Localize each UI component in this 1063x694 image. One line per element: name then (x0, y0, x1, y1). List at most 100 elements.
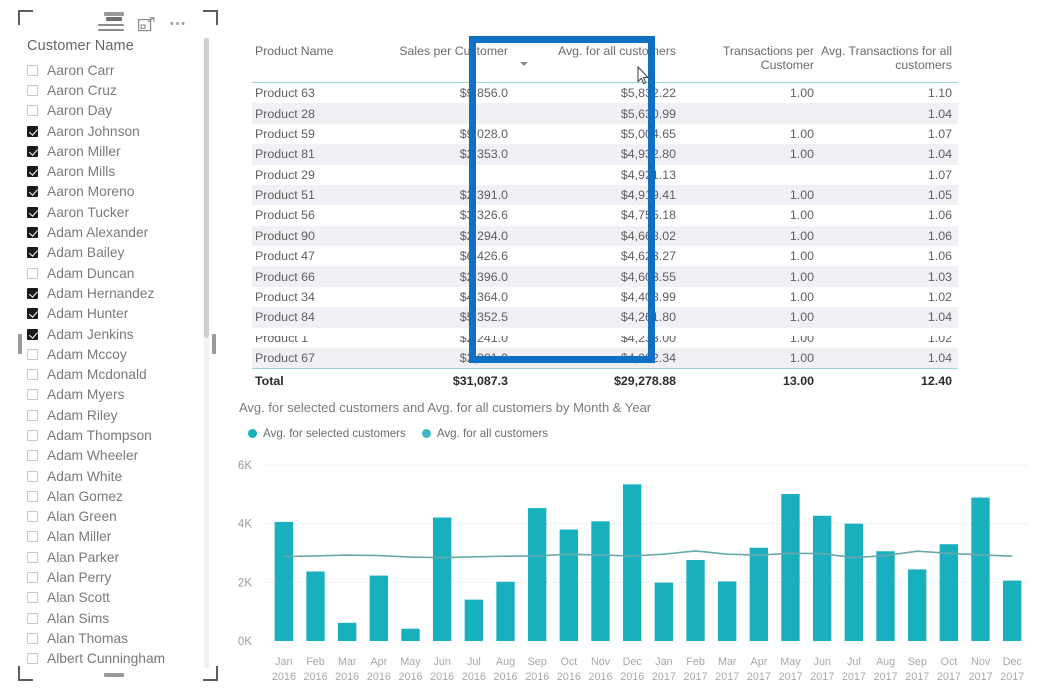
table-cell: Product 81 (252, 144, 362, 165)
customer-name-slicer[interactable]: ⋯ Customer Name Aaron Carr Aaron Cruz Aaro… (8, 4, 218, 681)
table-column-header[interactable]: Avg. for all customers (514, 40, 682, 83)
slicer-resize-handle-right[interactable] (212, 334, 216, 354)
slicer-item[interactable]: Adam Thompson (24, 425, 210, 445)
slicer-item[interactable]: Alan Gomez (24, 486, 210, 506)
checkbox-unchecked-icon[interactable] (27, 511, 38, 523)
checkbox-unchecked-icon[interactable] (27, 592, 38, 604)
slicer-item[interactable]: Alan Miller (24, 527, 210, 547)
table-row[interactable]: Product 90 $2,294.0 $4,668.02 1.00 1.06 (252, 225, 958, 246)
slicer-item[interactable]: Alan Green (24, 507, 210, 527)
table-row[interactable]: Product 28 $5,630.99 1.04 (252, 103, 958, 124)
hamburger-filter-icon[interactable] (98, 17, 124, 31)
checkbox-unchecked-icon[interactable] (27, 105, 38, 117)
checkbox-unchecked-icon[interactable] (27, 531, 38, 543)
table-cell: $5,630.99 (514, 103, 682, 124)
checkbox-checked-icon[interactable] (27, 206, 38, 218)
slicer-item[interactable]: Alan Perry (24, 567, 210, 587)
checkbox-unchecked-icon[interactable] (27, 84, 38, 96)
checkbox-unchecked-icon[interactable] (27, 490, 38, 502)
slicer-item[interactable]: Adam Mcdonald (24, 364, 210, 384)
table-row[interactable]: Product 56 $3,326.6 $4,755.18 1.00 1.06 (252, 205, 958, 225)
checkbox-unchecked-icon[interactable] (27, 572, 38, 584)
checkbox-checked-icon[interactable] (27, 287, 38, 299)
checkbox-unchecked-icon[interactable] (27, 632, 38, 644)
slicer-item[interactable]: Adam Duncan (24, 263, 210, 283)
focus-mode-icon[interactable] (138, 16, 155, 32)
table-column-header[interactable]: Sales per Customer (362, 40, 514, 83)
checkbox-unchecked-icon[interactable] (27, 348, 38, 360)
checkbox-checked-icon[interactable] (27, 166, 38, 178)
slicer-item[interactable]: Alan Sims (24, 608, 210, 628)
slicer-item[interactable]: Adam White (24, 466, 210, 486)
checkbox-checked-icon[interactable] (27, 186, 38, 198)
checkbox-unchecked-icon[interactable] (27, 653, 38, 665)
chart-x-tick-label: Jan 2017 (651, 656, 676, 683)
slicer-item[interactable]: Albert Cunningham (24, 649, 210, 669)
table-cell: Product 59 (255, 126, 315, 141)
table-row[interactable]: Product 66 $2,396.0 $4,603.55 1.00 1.03 (252, 266, 958, 287)
checkbox-checked-icon[interactable] (27, 247, 38, 259)
slicer-resize-handle-bottom[interactable] (104, 673, 124, 677)
more-options-ellipsis-icon[interactable]: ⋯ (169, 15, 188, 32)
checkbox-checked-icon[interactable] (27, 125, 38, 137)
table-cell: 1.10 (927, 86, 952, 101)
slicer-item[interactable]: Adam Wheeler (24, 446, 210, 466)
slicer-item[interactable]: Adam Jenkins (24, 324, 210, 344)
checkbox-unchecked-icon[interactable] (27, 612, 38, 624)
table-row[interactable]: Product 47 $6,426.6 $4,623.27 1.00 1.06 (252, 246, 958, 266)
checkbox-unchecked-icon[interactable] (27, 470, 38, 482)
slicer-item[interactable]: Adam Bailey (24, 243, 210, 263)
slicer-item[interactable]: Alan Parker (24, 547, 210, 567)
slicer-item[interactable]: Adam Hunter (24, 304, 210, 324)
chart-x-tick-label: Apr 2016 (366, 656, 391, 683)
slicer-item[interactable]: Adam Riley (24, 405, 210, 425)
table-row[interactable]: Product 29 $4,921.13 1.07 (252, 165, 958, 185)
checkbox-unchecked-icon[interactable] (27, 64, 38, 76)
products-table-visual[interactable]: Product Name Sales per Customer Avg. for a… (252, 40, 958, 394)
table-row[interactable]: Product 34 $4,364.0 $4,408.99 1.00 1.02 (252, 287, 958, 307)
slicer-item[interactable]: Adam Hernandez (24, 283, 210, 303)
slicer-item[interactable]: Aaron Moreno (24, 182, 210, 202)
slicer-item[interactable]: Aaron Tucker (24, 202, 210, 222)
table-column-header[interactable]: Product Name (252, 40, 362, 83)
slicer-item[interactable]: Adam Mccoy (24, 344, 210, 364)
slicer-item[interactable]: Alan Thomas (24, 628, 210, 648)
table-column-header[interactable]: Transactions per Customer (682, 40, 820, 83)
slicer-item[interactable]: Aaron Johnson (24, 121, 210, 141)
table-row[interactable]: Product 67 $2,001.0 $4,202.34 1.00 1.04 (252, 347, 958, 369)
checkbox-unchecked-icon[interactable] (27, 369, 38, 381)
slicer-item[interactable]: Aaron Mills (24, 161, 210, 181)
slicer-item[interactable]: Aaron Day (24, 101, 210, 121)
monthly-average-column-chart[interactable]: Avg. for selected customers and Avg. for… (236, 400, 1036, 690)
slicer-resize-handle-left[interactable] (18, 334, 22, 354)
table-cell: 1.00 (682, 266, 820, 287)
slicer-item[interactable]: Aaron Cruz (24, 80, 210, 100)
table-row[interactable]: Product 59 $9,028.0 $5,004.65 1.00 1.07 (252, 124, 958, 144)
checkbox-unchecked-icon[interactable] (27, 389, 38, 401)
checkbox-unchecked-icon[interactable] (27, 450, 38, 462)
checkbox-checked-icon[interactable] (27, 227, 38, 239)
legend-item-selected-customers[interactable]: Avg. for selected customers (248, 427, 406, 440)
checkbox-unchecked-icon[interactable] (27, 551, 38, 563)
table-row[interactable]: Product 63 $9,856.0 $5,832.22 1.00 1.10 (252, 83, 958, 104)
slicer-item[interactable]: Aaron Miller (24, 141, 210, 161)
table-column-header[interactable]: Avg. Transactions for all customers (820, 40, 958, 83)
slicer-item[interactable]: Adam Myers (24, 385, 210, 405)
checkbox-checked-icon[interactable] (27, 145, 38, 157)
table-row[interactable]: Product 1 $2,241.0 $4,233.00 1.00 1.02 (252, 328, 958, 348)
checkbox-checked-icon[interactable] (27, 328, 38, 340)
checkbox-unchecked-icon[interactable] (27, 267, 38, 279)
table-cell: 1.00 (682, 144, 820, 165)
table-row[interactable]: Product 51 $2,391.0 $4,919.41 1.00 1.05 (252, 184, 958, 206)
table-row[interactable]: Product 84 $5,352.5 $4,261.80 1.00 1.04 (252, 307, 958, 328)
slicer-item[interactable]: Alan Scott (24, 588, 210, 608)
table-cell: 1.06 (820, 225, 958, 246)
legend-item-all-customers[interactable]: Avg. for all customers (421, 427, 548, 440)
checkbox-checked-icon[interactable] (27, 308, 38, 320)
slicer-item[interactable]: Aaron Carr (24, 60, 210, 80)
checkbox-unchecked-icon[interactable] (27, 429, 38, 441)
checkbox-unchecked-icon[interactable] (27, 409, 38, 421)
slicer-scrollbar-thumb[interactable] (204, 38, 209, 338)
table-row[interactable]: Product 81 $2,353.0 $4,932.80 1.00 1.04 (252, 144, 958, 165)
slicer-item[interactable]: Adam Alexander (24, 222, 210, 242)
